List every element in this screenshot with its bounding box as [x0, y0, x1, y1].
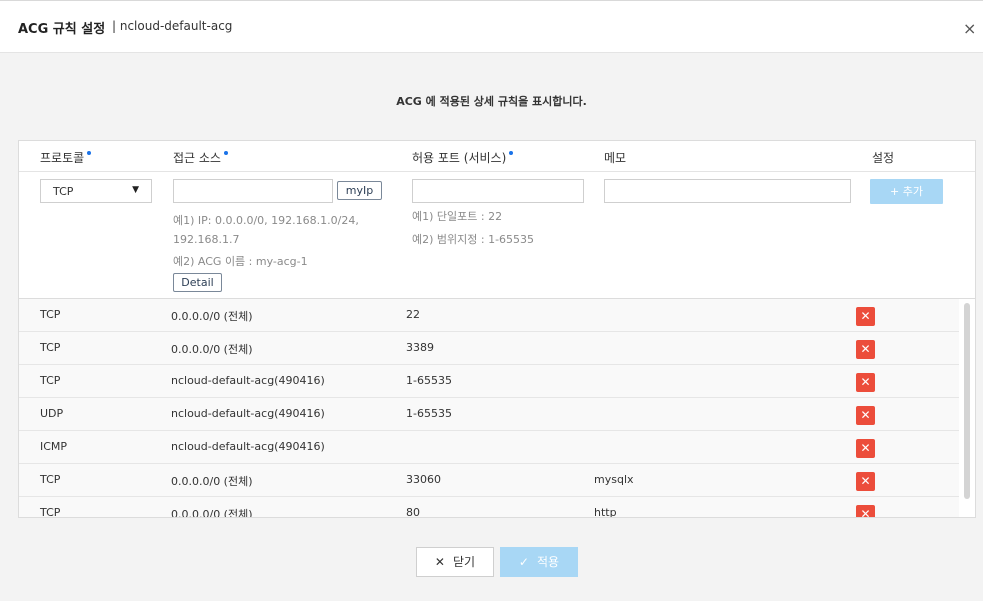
source-hint-1: 예1) IP: 0.0.0.0/0, 192.168.1.0/24, — [173, 214, 359, 227]
rule-source: ncloud-default-acg(490416) — [171, 407, 325, 420]
rule-row: TCP 0.0.0.0/0 (전체) 80 http ✕ — [19, 497, 959, 518]
header-memo: 메모 — [604, 151, 627, 165]
rule-protocol: TCP — [40, 473, 61, 486]
delete-rule-icon[interactable]: ✕ — [856, 307, 875, 326]
apply-button[interactable]: ✓ 적용 — [500, 547, 578, 577]
close-button-label: 닫기 — [452, 555, 476, 569]
rules-panel: 프로토콜 접근 소스 허용 포트 (서비스) 메모 설정 TCP ▼ myIp … — [18, 140, 976, 518]
header-source: 접근 소스 — [173, 149, 228, 166]
port-hint-1: 예1) 단일포트 : 22 — [412, 210, 503, 223]
rule-port: 3389 — [406, 341, 434, 354]
check-icon: ✓ — [518, 555, 529, 569]
rule-row: TCP 0.0.0.0/0 (전체) 33060 mysqlx ✕ — [19, 464, 959, 497]
delete-rule-icon[interactable]: ✕ — [856, 406, 875, 425]
rules-list: TCP 0.0.0.0/0 (전체) 22 ✕ TCP 0.0.0.0/0 (전… — [19, 299, 975, 518]
delete-rule-icon[interactable]: ✕ — [856, 439, 875, 458]
close-button[interactable]: ✕ 닫기 — [416, 547, 494, 577]
delete-rule-icon[interactable]: ✕ — [856, 472, 875, 491]
rule-row: TCP 0.0.0.0/0 (전체) 22 ✕ — [19, 299, 959, 332]
rule-memo: mysqlx — [594, 473, 634, 486]
header-protocol-label: 프로토콜 — [40, 151, 85, 165]
rule-source: 0.0.0.0/0 (전체) — [171, 475, 253, 488]
rule-port: 1-65535 — [406, 374, 452, 387]
acg-rule-dialog: ACG 규칙 설정 | ncloud-default-acg × ACG 에 적… — [0, 0, 983, 601]
delete-rule-icon[interactable]: ✕ — [856, 373, 875, 392]
add-rule-button[interactable]: + 추가 — [870, 179, 943, 204]
rule-port: 80 — [406, 506, 420, 518]
protocol-select-value: TCP — [53, 185, 74, 198]
header-port-label: 허용 포트 (서비스) — [412, 151, 507, 165]
rule-source: ncloud-default-acg(490416) — [171, 440, 325, 453]
port-input[interactable] — [412, 179, 584, 203]
rule-protocol: TCP — [40, 308, 61, 321]
header-protocol: 프로토콜 — [40, 149, 92, 166]
rule-protocol: UDP — [40, 407, 64, 420]
delete-rule-icon[interactable]: ✕ — [856, 340, 875, 359]
rule-port: 22 — [406, 308, 420, 321]
caret-down-icon: ▼ — [132, 185, 139, 195]
required-dot-icon — [509, 151, 514, 155]
dialog-description: ACG 에 적용된 상세 규칙을 표시합니다. — [396, 95, 587, 108]
required-dot-icon — [87, 151, 92, 155]
port-hint-2: 예2) 범위지정 : 1-65535 — [412, 233, 535, 246]
required-dot-icon — [223, 151, 228, 155]
scrollbar-thumb[interactable] — [964, 303, 970, 499]
dialog-header: ACG 규칙 설정 | ncloud-default-acg × — [0, 1, 983, 53]
rule-port: 1-65535 — [406, 407, 452, 420]
rules-scrollbar[interactable] — [959, 299, 975, 517]
close-icon[interactable]: × — [963, 19, 976, 38]
rule-port: 33060 — [406, 473, 441, 486]
header-source-label: 접근 소스 — [173, 151, 221, 165]
rule-row: TCP 0.0.0.0/0 (전체) 3389 ✕ — [19, 332, 959, 365]
rule-protocol: ICMP — [40, 440, 68, 453]
header-port: 허용 포트 (서비스) — [412, 149, 514, 166]
apply-button-label: 적용 — [536, 555, 560, 569]
source-hint-2: 예2) ACG 이름 : my-acg-1 — [173, 255, 308, 268]
rule-source: 0.0.0.0/0 (전체) — [171, 508, 253, 518]
delete-rule-icon[interactable]: ✕ — [856, 505, 875, 517]
header-setting: 설정 — [872, 151, 895, 165]
rule-protocol: TCP — [40, 341, 61, 354]
protocol-select[interactable]: TCP ▼ — [40, 179, 152, 203]
rule-source: ncloud-default-acg(490416) — [171, 374, 325, 387]
rule-source: 0.0.0.0/0 (전체) — [171, 343, 253, 356]
detail-button[interactable]: Detail — [173, 273, 222, 292]
rule-memo: http — [594, 506, 617, 518]
rule-row: UDP ncloud-default-acg(490416) 1-65535 ✕ — [19, 398, 959, 431]
rule-protocol: TCP — [40, 374, 61, 387]
table-header: 프로토콜 접근 소스 허용 포트 (서비스) 메모 설정 — [19, 141, 975, 172]
rule-row: ICMP ncloud-default-acg(490416) ✕ — [19, 431, 959, 464]
rule-row: TCP ncloud-default-acg(490416) 1-65535 ✕ — [19, 365, 959, 398]
new-rule-form: TCP ▼ myIp 예1) IP: 0.0.0.0/0, 192.168.1.… — [19, 172, 975, 299]
close-icon: ✕ — [434, 555, 445, 569]
source-hint-1-continued: 192.168.1.7 — [173, 233, 240, 246]
memo-input[interactable] — [604, 179, 851, 203]
myip-button[interactable]: myIp — [337, 181, 382, 200]
rule-source: 0.0.0.0/0 (전체) — [171, 310, 253, 323]
dialog-subtitle: | ncloud-default-acg — [112, 19, 233, 33]
rule-protocol: TCP — [40, 506, 61, 518]
dialog-title: ACG 규칙 설정 — [18, 22, 106, 37]
source-input[interactable] — [173, 179, 333, 203]
